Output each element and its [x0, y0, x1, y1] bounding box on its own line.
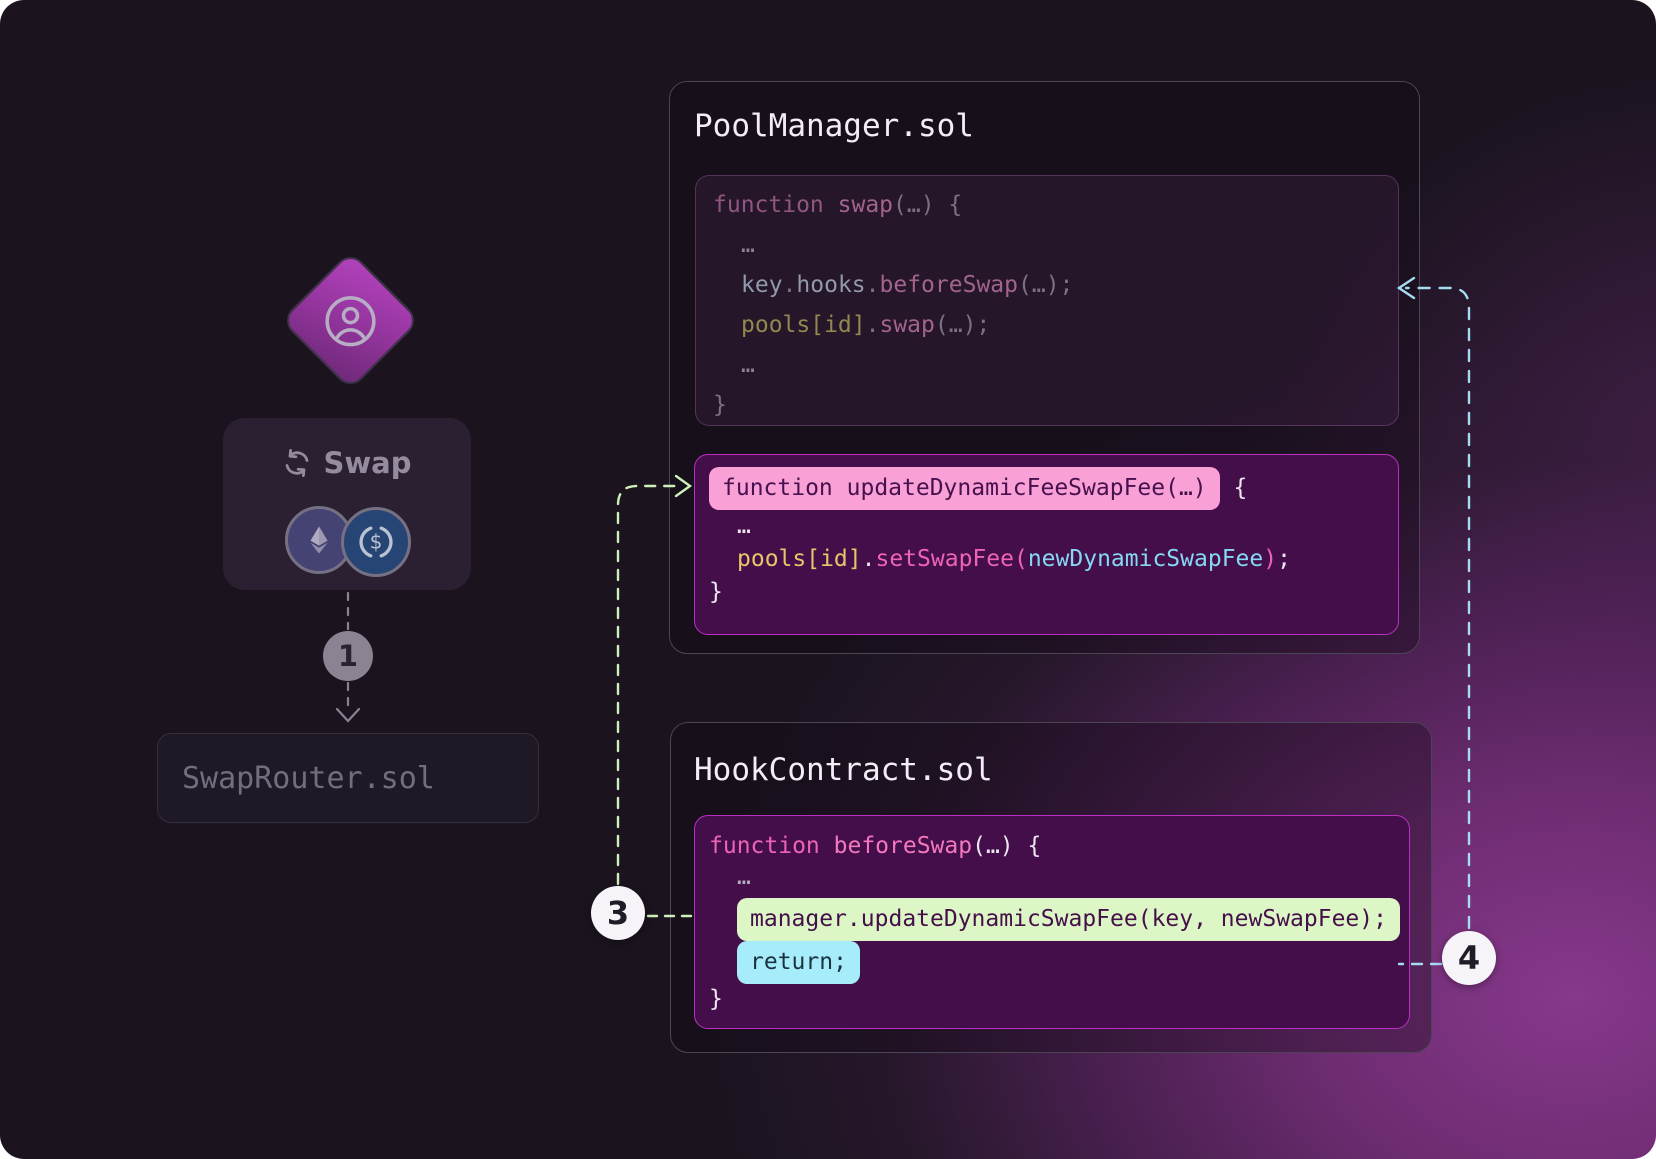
code-line: pools[id].swap(…); — [713, 305, 1398, 345]
token-pair: $ — [223, 506, 471, 576]
code-line: key.hooks.beforeSwap(…); — [713, 265, 1398, 305]
code-line: … — [713, 345, 1398, 385]
code-line: pools[id].setSwapFee(newDynamicSwapFee); — [709, 543, 1398, 576]
code-line: } — [709, 576, 1398, 609]
swap-action-card: Swap $ — [223, 418, 471, 590]
code-line: … — [713, 225, 1398, 265]
pool-manager-title: PoolManager.sol — [694, 108, 974, 144]
code-line: } — [713, 385, 1398, 425]
user-icon — [323, 293, 379, 349]
step-3-badge: 3 — [591, 886, 645, 940]
diagram-canvas: Swap $ SwapRouter.sol PoolMana — [0, 0, 1656, 1159]
code-line: } — [709, 984, 1409, 1014]
user-node — [280, 250, 420, 390]
swap-function-block: function swap(…) {…key.hooks.beforeSwap(… — [695, 175, 1399, 426]
code-line: return; — [709, 941, 1409, 984]
code-line: … — [709, 510, 1398, 543]
step-1-badge: 1 — [323, 631, 373, 681]
swap-router-title: SwapRouter.sol — [182, 761, 435, 796]
code-line: … — [709, 863, 1409, 891]
swap-router-node: SwapRouter.sol — [157, 733, 539, 823]
swap-label: Swap — [323, 446, 411, 480]
hook-contract-title: HookContract.sol — [694, 752, 993, 788]
update-dynamic-fee-block: function updateDynamicFeeSwapFee(…) {…po… — [694, 454, 1399, 635]
swap-arrows-icon — [282, 448, 312, 478]
usdc-token-icon: $ — [341, 507, 411, 577]
before-swap-function-block: function beforeSwap(…) {… manager.updateD… — [694, 815, 1410, 1029]
svg-text:$: $ — [370, 530, 383, 554]
code-line: function swap(…) { — [713, 185, 1398, 225]
code-line: function beforeSwap(…) { — [709, 829, 1409, 863]
step-4-badge: 4 — [1442, 931, 1496, 985]
code-line: manager.updateDynamicSwapFee(key, newSwa… — [709, 898, 1409, 941]
code-line: function updateDynamicFeeSwapFee(…) { — [709, 467, 1398, 510]
